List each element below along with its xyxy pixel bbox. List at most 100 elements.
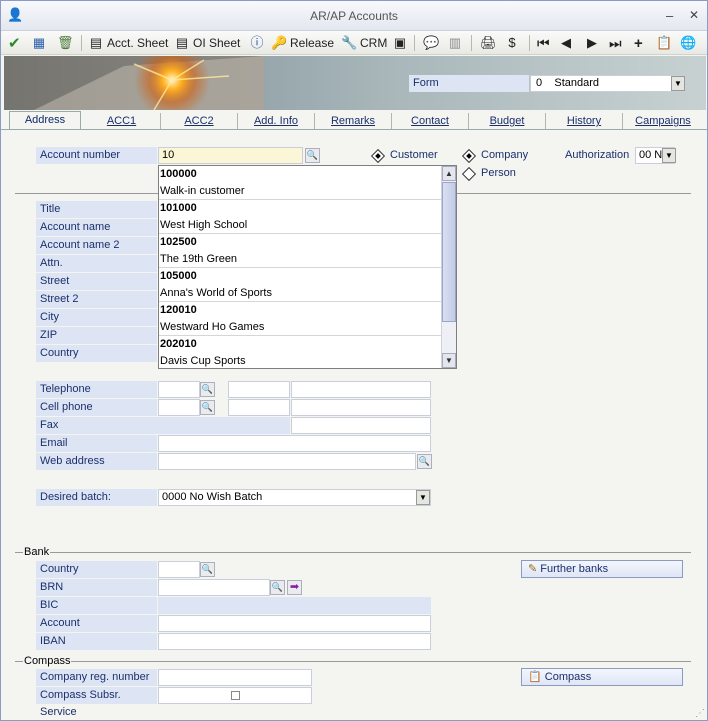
list-item[interactable]: 202010 Davis Cup Sports <box>159 336 456 368</box>
notes-icon: 📋 <box>528 671 542 683</box>
tab-history[interactable]: History <box>546 113 623 129</box>
search-icon[interactable]: 🔍 <box>417 454 432 469</box>
search-icon[interactable]: 🔍 <box>305 148 320 163</box>
web-address-input[interactable] <box>158 453 416 470</box>
tab-address[interactable]: Address <box>9 111 81 130</box>
fax-input[interactable] <box>291 417 431 434</box>
tab-campaigns[interactable]: Campaigns <box>623 113 703 129</box>
desired-batch-label: Desired batch: <box>36 489 157 506</box>
search-icon[interactable]: 🔍 <box>200 562 215 577</box>
pencil-icon: ✎ <box>528 563 538 575</box>
chevron-down-icon[interactable]: ▼ <box>416 490 430 505</box>
customer-label: Customer <box>390 149 438 161</box>
popup-scrollbar[interactable]: ▲ ▼ <box>441 166 456 368</box>
last-record-icon[interactable]: ⏭ <box>609 33 622 53</box>
tab-contact[interactable]: Contact <box>392 113 469 129</box>
form-select[interactable]: 0 Standard <box>530 75 686 92</box>
telephone-area-code-input[interactable] <box>228 381 290 398</box>
header-banner: Form 0 Standard ▼ <box>4 56 706 110</box>
telephone-number-input[interactable] <box>291 381 431 398</box>
iban-input[interactable] <box>158 633 431 650</box>
search-icon[interactable]: 🔍 <box>200 400 215 415</box>
tab-remarks[interactable]: Remarks <box>315 113 392 129</box>
tab-acc2[interactable]: ACC2 <box>161 113 238 129</box>
list-item[interactable]: 105000 Anna's World of Sports <box>159 268 456 302</box>
email-label: Email <box>36 435 157 452</box>
tab-acc1[interactable]: ACC1 <box>83 113 161 129</box>
arrow-right-icon[interactable]: ➡ <box>287 580 302 595</box>
resize-grip-icon[interactable]: ⋰ <box>695 708 705 719</box>
tab-add-info[interactable]: Add. Info <box>238 113 315 129</box>
compass-subsr-service-checkbox[interactable] <box>231 691 240 700</box>
first-record-icon[interactable]: ⏮ <box>537 33 550 53</box>
currency-icon[interactable]: $ <box>504 33 520 53</box>
company-radio[interactable] <box>461 148 477 164</box>
trash-icon[interactable]: 🗑 <box>57 33 74 53</box>
further-banks-button[interactable]: ✎ Further banks <box>521 560 683 578</box>
oi-sheet-button[interactable]: ▤ OI Sheet <box>174 33 241 53</box>
scroll-down-icon[interactable]: ▼ <box>442 353 456 368</box>
bic-label: BIC <box>36 597 157 614</box>
scroll-thumb[interactable] <box>442 182 456 322</box>
cell-number-input[interactable] <box>291 399 431 416</box>
brn-label: BRN <box>36 579 157 596</box>
cell-phone-label: Cell phone <box>36 399 157 416</box>
compass-subsr-service-label: Compass Subsr. Service <box>36 687 157 718</box>
cell-area-code-input[interactable] <box>228 399 290 416</box>
calculator-icon[interactable]: ▣ <box>392 33 408 53</box>
list-item[interactable]: 101000 West High School <box>159 200 456 234</box>
report-icon[interactable]: 🖨 <box>480 33 497 53</box>
email-input[interactable] <box>158 435 431 452</box>
form-label: Form <box>409 75 529 92</box>
ok-checkmark-icon[interactable]: ✔ <box>8 33 21 53</box>
title-bar: 👤 AR/AP Accounts – ✕ <box>1 1 707 31</box>
chart-icon[interactable]: ▥ <box>447 33 463 53</box>
customer-radio[interactable] <box>370 148 386 164</box>
account-number-label: Account number <box>36 147 157 164</box>
authorization-label: Authorization <box>565 149 630 161</box>
tab-budget[interactable]: Budget <box>469 113 546 129</box>
bank-country-input[interactable] <box>158 561 200 578</box>
web-address-label: Web address <box>36 453 157 470</box>
release-button[interactable]: 🔑 Release <box>271 33 334 53</box>
chevron-down-icon[interactable]: ▼ <box>662 148 676 163</box>
add-record-icon[interactable]: + <box>634 33 643 53</box>
notes-icon[interactable]: 📋 <box>656 33 672 53</box>
iban-label: IBAN <box>36 633 157 650</box>
list-item[interactable]: 102500 The 19th Green <box>159 234 456 268</box>
person-radio[interactable] <box>461 166 477 182</box>
bank-group-label: Bank <box>23 546 51 558</box>
cell-country-code-input[interactable] <box>158 399 200 416</box>
bank-country-label: Country <box>36 561 157 578</box>
company-reg-number-input[interactable] <box>158 669 312 686</box>
brn-input[interactable] <box>158 579 270 596</box>
desired-batch-select[interactable]: 0000 No Wish Batch <box>158 489 431 506</box>
search-icon[interactable]: 🔍 <box>270 580 285 595</box>
comment-icon[interactable]: 💬 <box>423 33 439 53</box>
bank-account-input[interactable] <box>158 615 431 632</box>
acct-sheet-button[interactable]: ▤ Acct. Sheet <box>88 33 169 53</box>
account-name-2-label: Account name 2 <box>36 237 157 254</box>
minimize-button[interactable]: – <box>666 8 673 23</box>
scroll-up-icon[interactable]: ▲ <box>442 166 456 181</box>
previous-record-icon[interactable]: ◀ <box>561 33 571 53</box>
globe-icon[interactable]: 🌐 <box>680 33 696 53</box>
list-item[interactable]: 100000 Walk-in customer <box>159 166 456 200</box>
account-number-input[interactable]: 10 <box>158 147 303 164</box>
person-label: Person <box>481 167 516 179</box>
crm-button[interactable]: 🔧 CRM <box>341 33 387 53</box>
list-item[interactable]: 120010 Westward Ho Games <box>159 302 456 336</box>
tab-strip: Address ACC1 ACC2 Add. Info Remarks Cont… <box>1 111 707 130</box>
sheet-icon: ▤ <box>89 35 103 50</box>
compass-button[interactable]: 📋 Compass <box>521 668 683 686</box>
save-icon[interactable]: ▦ <box>31 33 47 53</box>
chevron-down-icon[interactable]: ▼ <box>671 76 685 91</box>
info-icon[interactable]: ⓘ <box>249 33 265 53</box>
telephone-country-code-input[interactable] <box>158 381 200 398</box>
account-autocomplete-list: 100000 Walk-in customer 101000 West High… <box>158 165 457 369</box>
close-button[interactable]: ✕ <box>689 8 699 22</box>
country-label: Country <box>36 345 157 362</box>
search-icon[interactable]: 🔍 <box>200 382 215 397</box>
next-record-icon[interactable]: ▶ <box>587 33 597 53</box>
telephone-label: Telephone <box>36 381 157 398</box>
